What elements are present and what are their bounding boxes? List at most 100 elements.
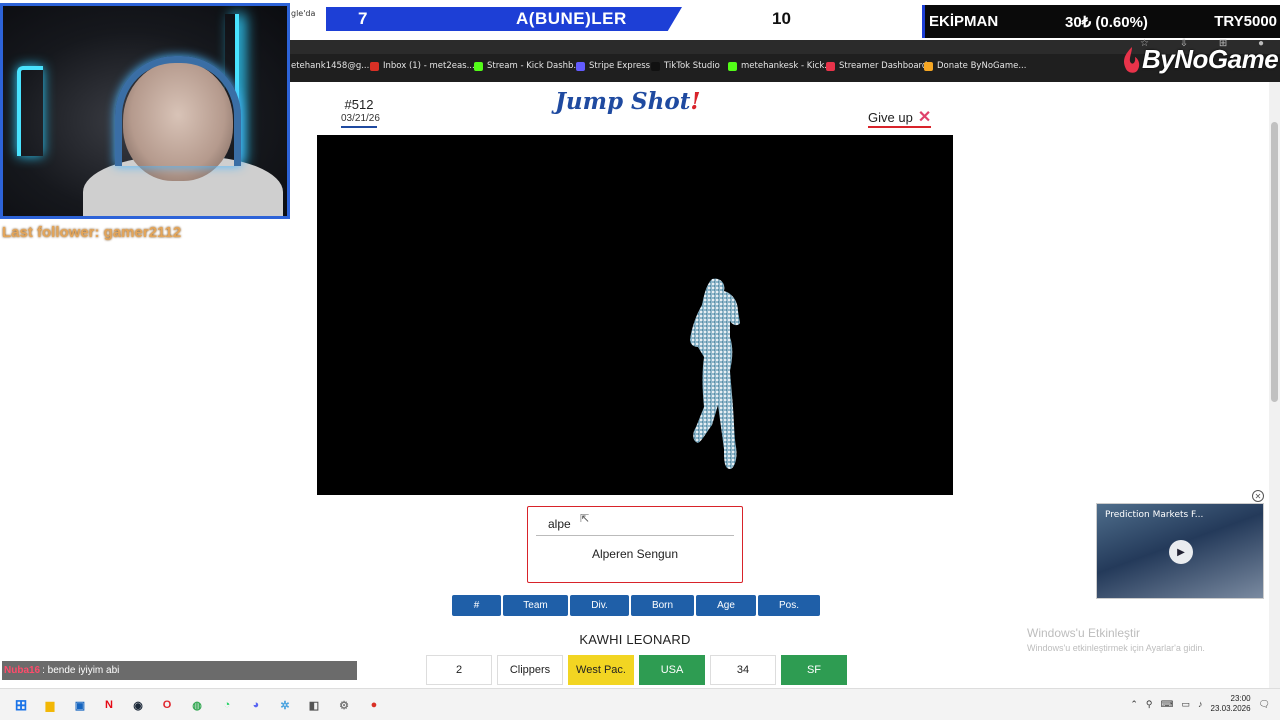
give-up-label: Give up [868,110,913,125]
guess-cell-position: SF [781,655,847,685]
bookmark-label: TikTok Studio [664,61,720,71]
volume-icon[interactable]: ♪ [1198,699,1203,709]
column-team[interactable]: Team [503,595,568,616]
network-tool-icon[interactable]: ✲ [277,697,293,713]
chevron-up-icon[interactable]: ⌃ [1130,699,1138,710]
whatsapp-icon[interactable]: ◔ [219,697,235,713]
bookmark-item[interactable]: Inbox (1) - met2eas... [370,61,475,71]
ekipman-percentage: 30₺ (0.60%) [1065,14,1148,31]
kick-icon [728,61,737,71]
chat-text: : bende iyiyim abi [42,665,120,676]
scrollbar-thumb[interactable] [1271,122,1278,402]
file-explorer-icon[interactable]: ▆ [42,697,58,713]
stripe-icon [576,61,585,71]
column-position[interactable]: Pos. [758,595,820,616]
puzzle-number: #512 [344,97,374,112]
bynogame-logo: ByNoGame [1120,44,1279,75]
clock-time: 23:00 [1230,694,1251,703]
bookmark-label: Inbox (1) - met2eas... [383,61,475,71]
bookmark-item[interactable]: Donate ByNoGame... [924,61,1026,71]
bookmark-item[interactable]: Stripe Express [576,61,650,71]
ekipman-target: TRY5000 [1214,13,1277,30]
play-icon[interactable]: ▶ [1169,540,1193,564]
page-scrollbar[interactable] [1269,82,1280,688]
column-age[interactable]: Age [696,595,756,616]
headset-icon [115,56,241,166]
flame-icon [1124,46,1140,73]
tiktok-icon [651,61,660,71]
store-icon[interactable]: ▣ [72,697,88,713]
bookmark-label: Donate ByNoGame... [937,61,1027,71]
bookmark-item[interactable]: TikTok Studio [651,61,720,71]
chat-username: Nuba16 [4,665,41,676]
column-headers: # Team Div. Born Age Pos. [452,595,820,616]
team-name: A(BUNE)LER [516,9,627,28]
ekipman-label: EKİPMAN [929,13,999,30]
guess-row: 2 Clippers West Pac. USA 34 SF [426,655,847,685]
donation-goal-box: EKİPMAN 30₺ (0.60%) TRY5000 [922,5,1280,38]
brand-text: ByNoGame [1142,44,1279,74]
column-born[interactable]: Born [631,595,694,616]
dashboard-icon [826,61,835,71]
opera-icon[interactable]: O [159,697,175,713]
chrome-icon[interactable]: ◍ [189,697,205,713]
column-number[interactable]: # [452,595,501,616]
bookmark-item[interactable]: Stream - Kick Dashb... [474,61,582,71]
puzzle-date-link[interactable]: 03/21/26 [341,113,380,128]
guess-cell-age: 34 [710,655,776,685]
team-score-banner: 7 A(BUNE)LER [326,7,682,31]
bookmark-label: Stripe Express [589,61,651,71]
steam-icon[interactable]: ◉ [130,697,146,713]
guess-cell-team: Clippers [497,655,563,685]
guess-cell-division: West Pac. [568,655,634,685]
tab-fragment-text: gle'da [291,9,316,18]
column-division[interactable]: Div. [570,595,629,616]
bookmark-label: Streamer Dashboard [839,61,928,71]
activation-line-1: Windows'u Etkinleştir [1027,626,1140,640]
ad-close-icon[interactable]: ✕ [1252,490,1264,502]
chat-message: Nuba16 : bende iyiyim abi [2,661,357,680]
bookmark-label: etehank1458@g... [291,61,370,71]
bookmark-label: metehankesk - Kick... [741,61,833,71]
netflix-icon[interactable]: N [101,697,117,713]
give-up-button[interactable]: Give up ✕ [868,108,932,128]
player-silhouette-stage [317,135,953,495]
network-icon[interactable]: ▭ [1182,699,1191,710]
guess-cell-number: 2 [426,655,492,685]
notification-icon[interactable]: 🗨 [1259,699,1270,710]
windows-activation-notice: Windows'u Etkinleştir Windows'u etkinleş… [1027,626,1205,653]
player-search-input[interactable] [536,512,734,536]
mail-icon [370,61,379,71]
game-title: Jump Shot! [555,88,700,115]
windows-taskbar: ⊞ ▆ ▣ N ◉ O ◍ ◔ ◕ ✲ ◧ ⚙ ● ⌃ ⚲ ⌨ ▭ ♪ 23:0… [0,688,1280,720]
activation-line-2: Windows'u etkinleştirmek için Ayarlar'a … [1027,643,1205,653]
left-score: 7 [358,9,368,28]
windows-start-icon[interactable]: ⊞ [13,697,29,714]
suggestion-item[interactable]: Alperen Sengun [528,547,742,561]
player-silhouette-icon [690,278,740,469]
kick-icon [474,61,483,71]
bookmark-item[interactable]: etehank1458@g... [291,61,369,71]
discord-icon[interactable]: ◕ [248,697,264,713]
donate-icon [924,61,933,71]
guess-input-panel: Alperen Sengun [527,506,743,583]
app-badge-icon[interactable]: ● [366,697,382,713]
ad-title: Prediction Markets F... [1105,510,1204,520]
keyboard-icon[interactable]: ⌨ [1161,699,1174,710]
bookmark-item[interactable]: Streamer Dashboard [826,61,927,71]
neon-light-left [17,66,43,156]
bookmark-label: Stream - Kick Dashb... [487,61,582,71]
clock[interactable]: 23:00 23.03.2026 [1211,694,1251,714]
microphone-icon[interactable]: ⚲ [1146,699,1153,710]
clock-date: 23.03.2026 [1210,704,1251,713]
game-title-bang: ! [690,88,701,115]
video-ad[interactable]: Prediction Markets F... ▶ [1096,503,1264,599]
obs-icon[interactable]: ◧ [306,697,322,713]
right-score: 10 [772,9,791,28]
close-icon: ✕ [917,108,932,126]
game-title-text: Jump Shot [555,88,691,115]
bookmark-item[interactable]: metehankesk - Kick... [728,61,832,71]
mouse-cursor-icon: ⇱ [580,513,590,525]
settings-icon[interactable]: ⚙ [336,697,352,713]
guess-player-name: KAWHI LEONARD [579,632,691,647]
